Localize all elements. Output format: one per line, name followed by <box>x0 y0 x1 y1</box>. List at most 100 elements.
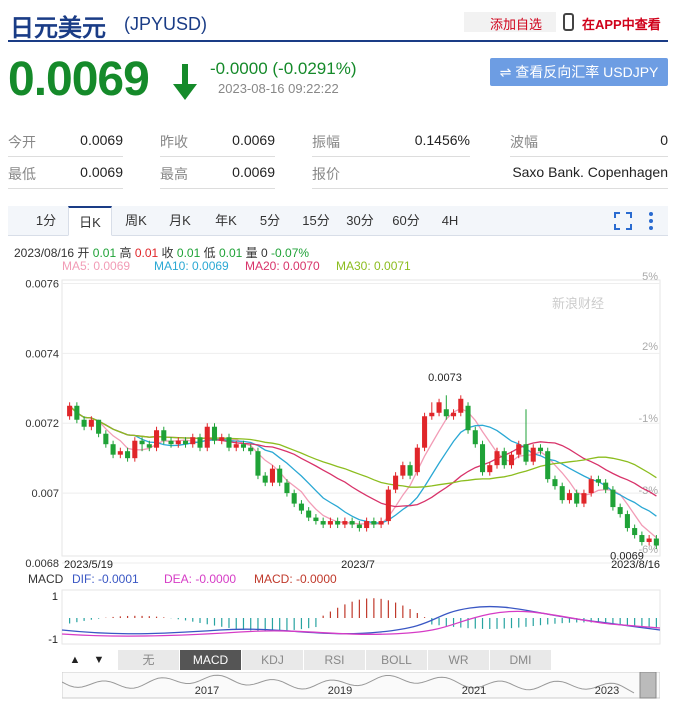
candle-body <box>494 451 500 466</box>
reverse-rate-button[interactable]: ⇌ 查看反向汇率 USDJPY <box>490 58 668 86</box>
candle-body <box>414 447 420 473</box>
tab-daily[interactable]: 日K <box>68 206 112 236</box>
candle-body <box>262 475 268 483</box>
info-open: 0.01 <box>92 246 117 260</box>
tab-monthly[interactable]: 月K <box>158 206 202 236</box>
tab-4h[interactable]: 4H <box>428 206 472 236</box>
divider <box>312 188 668 189</box>
candle-body <box>646 538 652 543</box>
macd-chart[interactable]: 1 -1 <box>0 586 684 648</box>
open-in-app-link[interactable]: 在APP中查看 <box>582 14 661 33</box>
candle-body <box>110 444 116 455</box>
macd-tick-label: -1 <box>48 634 58 646</box>
stat-value: 0 <box>660 132 668 148</box>
candle-body <box>537 447 544 452</box>
candle-body <box>624 514 630 529</box>
timeline-year-label: 2021 <box>462 685 486 697</box>
info-high: 0.01 <box>134 246 159 260</box>
candle-body <box>364 521 370 529</box>
tab-60min[interactable]: 60分 <box>384 206 428 236</box>
tab-yearly[interactable]: 年K <box>204 206 248 236</box>
candle-body <box>581 493 587 504</box>
candle-body <box>610 489 616 508</box>
candle-body <box>465 405 471 431</box>
candle-body <box>175 440 181 445</box>
indicator-boll[interactable]: BOLL <box>366 650 428 670</box>
timeline-year-label: 2017 <box>195 685 219 697</box>
indicator-kdj[interactable]: KDJ <box>242 650 304 670</box>
fullscreen-icon[interactable] <box>614 212 632 230</box>
more-options-icon[interactable] <box>648 211 654 231</box>
divider <box>8 156 123 157</box>
candle-body <box>248 447 254 452</box>
timeline-handle <box>639 672 657 699</box>
candle-body <box>617 507 623 515</box>
stat-value: 0.0069 <box>232 164 275 180</box>
tab-15min[interactable]: 15分 <box>294 206 338 236</box>
indicator-dmi[interactable]: DMI <box>490 650 552 670</box>
x-tick-label: 2023/5/19 <box>64 559 113 571</box>
stat-value: 0.0069 <box>232 132 275 148</box>
candle-body <box>117 451 123 455</box>
candlestick-chart[interactable]: 0.00760.00740.00720.0070.00685%2%-1%-3%-… <box>0 270 684 575</box>
candle-body <box>306 510 312 518</box>
y-tick-label: 0.0072 <box>25 418 59 430</box>
add-favorite-label: 添加自选 <box>490 17 543 32</box>
indicator-wr[interactable]: WR <box>428 650 490 670</box>
add-favorite-button[interactable]: 添加自选 <box>464 12 556 32</box>
macd-value: MACD: -0.0000 <box>254 572 337 586</box>
candle-body <box>508 454 515 466</box>
info-volume: 0 <box>261 246 268 260</box>
candle-body <box>255 451 261 476</box>
indicator-macd[interactable]: MACD <box>180 650 242 670</box>
scroll-up-button[interactable]: ▲ <box>64 650 86 670</box>
tab-30min[interactable]: 30分 <box>338 206 382 236</box>
watermark-logo: 新浪财经 <box>552 296 605 311</box>
stat-label: 波幅 <box>510 134 538 150</box>
candle-body <box>291 493 297 504</box>
info-low-label: 低 <box>203 246 216 260</box>
candle-body <box>298 503 304 511</box>
candle-body <box>161 430 167 441</box>
tab-1min[interactable]: 1分 <box>24 206 68 236</box>
candle-body <box>81 419 87 427</box>
y-right-tick-label: 2% <box>642 341 658 353</box>
candle-body <box>487 465 493 473</box>
indicator-rsi[interactable]: RSI <box>304 650 366 670</box>
y-tick-label: 0.0068 <box>25 558 59 570</box>
candle-body <box>603 482 609 490</box>
stat-label: 振幅 <box>312 134 340 150</box>
divider <box>510 156 668 157</box>
scroll-down-button[interactable]: ▼ <box>88 650 110 670</box>
candle-body <box>320 521 326 525</box>
tab-weekly[interactable]: 周K <box>114 206 158 236</box>
info-close: 0.01 <box>176 246 201 260</box>
info-low: 0.01 <box>218 246 243 260</box>
candle-body <box>190 437 196 445</box>
stats-row-2: 最低 0.0069 最高 0.0069 报价 Saxo Bank. Copenh… <box>8 160 668 192</box>
timeline-navigator[interactable]: 2017 2019 2021 2023 <box>62 672 660 700</box>
candle-body <box>632 528 638 536</box>
candle-body <box>356 524 362 529</box>
candle-body <box>226 437 232 448</box>
candle-body <box>88 419 94 427</box>
candle-body <box>182 440 189 445</box>
stat-value: 0.1456% <box>414 132 470 148</box>
candle-body <box>233 444 239 448</box>
candle-body <box>96 419 102 434</box>
y-right-tick-label: -1% <box>638 413 658 425</box>
indicator-none[interactable]: 无 <box>118 650 180 670</box>
quote-stats: 今开 0.0069 昨收 0.0069 振幅 0.1456% 波幅 0 最低 0… <box>8 128 668 192</box>
x-tick-label: 2023/8/16 <box>611 559 660 571</box>
candle-body <box>197 437 203 448</box>
quote-timestamp: 2023-08-16 09:22:22 <box>218 81 339 96</box>
candle-body <box>269 468 275 483</box>
candle-body <box>501 451 507 466</box>
candle-body <box>168 440 174 445</box>
reverse-rate-label: 查看反向汇率 USDJPY <box>515 64 659 80</box>
macd-dif: DIF: -0.0001 <box>72 572 139 586</box>
info-pct: -0.07% <box>271 246 310 260</box>
info-open-label: 开 <box>77 246 90 260</box>
current-price: 0.0069 <box>8 53 150 106</box>
tab-5min[interactable]: 5分 <box>248 206 292 236</box>
